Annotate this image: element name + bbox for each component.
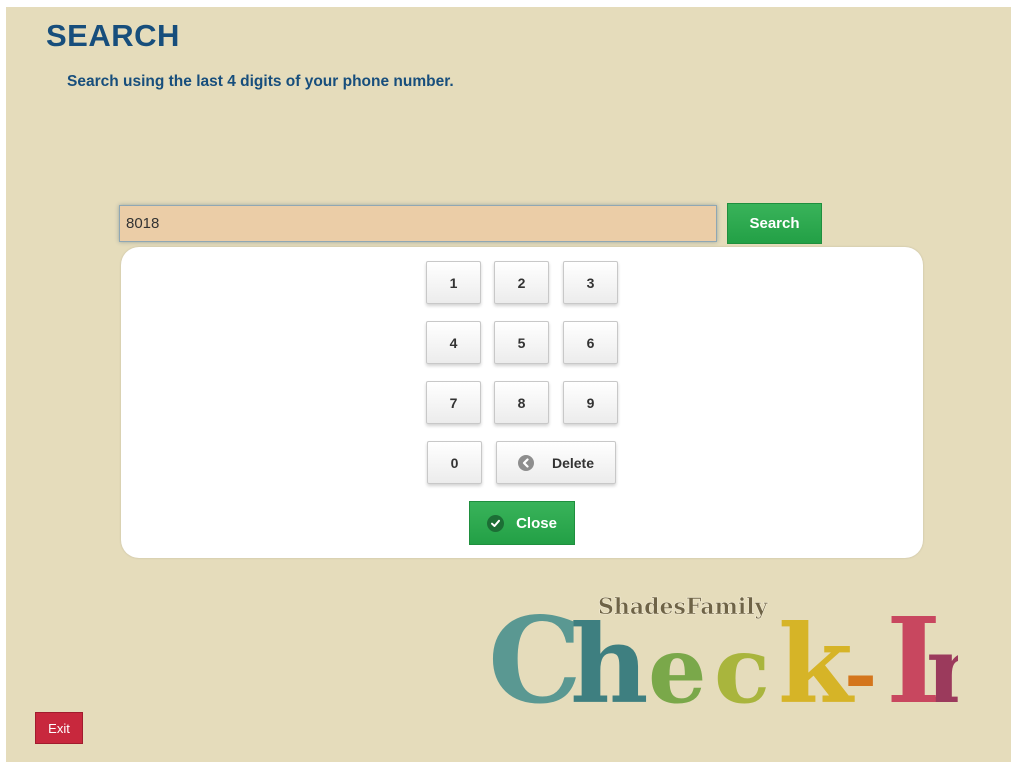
key-4[interactable]: 4 (426, 321, 481, 364)
shades-family-check-in-logo: nI-kcehC ShadesFamily (488, 591, 958, 706)
key-0[interactable]: 0 (427, 441, 482, 484)
key-5[interactable]: 5 (494, 321, 549, 364)
key-2[interactable]: 2 (494, 261, 549, 304)
search-button[interactable]: Search (727, 203, 822, 244)
close-keypad-button[interactable]: Close (469, 501, 575, 545)
search-instructions: Search using the last 4 digits of your p… (67, 73, 454, 90)
close-label: Close (516, 514, 557, 532)
check-circle-icon (487, 514, 505, 532)
logo-letter: e (648, 616, 707, 706)
logo-letter: I (886, 591, 941, 706)
key-label: 5 (517, 334, 526, 351)
logo-letter: k (778, 602, 855, 706)
logo-top-text: ShadesFamily (598, 594, 769, 620)
key-3[interactable]: 3 (563, 261, 618, 304)
key-label: 8 (517, 394, 526, 411)
phone-search-input[interactable] (119, 205, 717, 242)
exit-label: Exit (48, 720, 70, 736)
delete-button[interactable]: Delete (496, 441, 616, 484)
key-7[interactable]: 7 (426, 381, 481, 424)
key-6[interactable]: 6 (563, 321, 618, 364)
key-label: 0 (450, 454, 459, 471)
chevron-left-circle-icon (517, 454, 534, 471)
key-1[interactable]: 1 (426, 261, 481, 304)
key-9[interactable]: 9 (563, 381, 618, 424)
exit-button[interactable]: Exit (35, 712, 83, 744)
key-label: 2 (517, 274, 526, 291)
logo-letter: C (488, 591, 582, 706)
key-label: 3 (586, 274, 595, 291)
key-8[interactable]: 8 (494, 381, 549, 424)
key-label: 1 (449, 274, 458, 291)
search-button-label: Search (749, 215, 800, 232)
key-label: 9 (586, 394, 595, 411)
key-label: 4 (449, 334, 458, 351)
key-label: 6 (586, 334, 595, 351)
page-title: SEARCH (46, 18, 180, 53)
delete-label: Delete (551, 454, 595, 471)
logo-letter: c (714, 616, 770, 706)
key-label: 7 (449, 394, 458, 411)
